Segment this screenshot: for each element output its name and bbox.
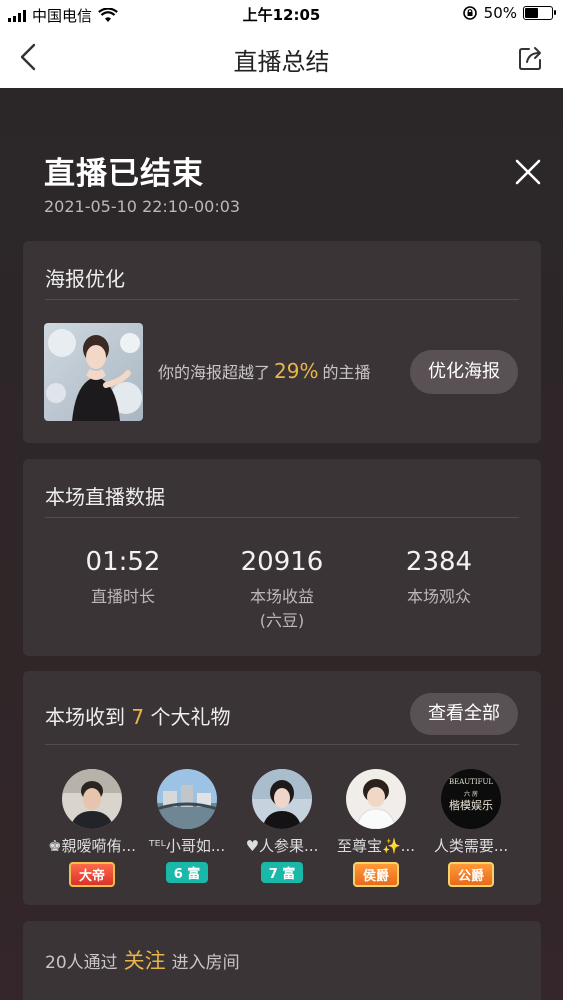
live-stats-card: 本场直播数据 01:52 直播时长 20916 本场收益 (六豆) 2384 本场… — [23, 459, 541, 656]
gift-giver-3[interactable]: ♥人参果... 7 富 — [234, 769, 330, 883]
close-icon[interactable] — [512, 156, 544, 188]
stats-heading: 本场直播数据 — [45, 485, 165, 509]
rotation-lock-icon — [462, 6, 477, 20]
gift-count: 7 — [131, 705, 145, 729]
nav-bar: 直播总结 — [0, 28, 563, 88]
poster-heading: 海报优化 — [45, 267, 125, 291]
avatar — [346, 769, 406, 829]
gifts-heading: 本场收到 7 个大礼物 — [45, 705, 231, 729]
poster-rank-text: 你的海报超越了 29% 的主播 — [158, 359, 371, 383]
view-all-button[interactable]: 查看全部 — [410, 693, 518, 735]
gift-giver-1[interactable]: ♚親嗳嗬侑... 大帝 — [44, 769, 140, 887]
summary-content: 直播已结束 2021-05-10 22:10-00:03 海报优化 你的海报超越… — [0, 88, 563, 1000]
stat-viewers: 2384 本场观众 — [405, 547, 473, 606]
gift-giver-5[interactable]: BEAUTIFUL 六 房 楷模娱乐 人类需要... 公爵 — [423, 769, 519, 887]
follow-entry-text: 20人通过 关注 进入房间 — [45, 949, 240, 973]
rank-badge: 大帝 — [68, 862, 115, 887]
svg-text:BEAUTIFUL: BEAUTIFUL — [449, 778, 493, 786]
avatar: BEAUTIFUL 六 房 楷模娱乐 — [441, 769, 501, 829]
poster-card: 海报优化 你的海报超越了 29% 的主播 优化海报 — [23, 241, 541, 443]
gifts-card: 本场收到 7 个大礼物 查看全部 ♚親嗳嗬侑... 大帝 ᵀᴱᴸ小哥如... 6… — [23, 671, 541, 905]
svg-text:六 房: 六 房 — [464, 790, 478, 798]
page-title: 直播总结 — [233, 48, 330, 76]
follow-card: 20人通过 关注 进入房间 — [23, 921, 541, 1000]
battery-icon — [523, 6, 556, 20]
poster-percent: 29% — [274, 359, 319, 383]
poster-image[interactable] — [44, 323, 143, 421]
avatar — [62, 769, 122, 829]
rank-badge: 7 富 — [260, 862, 304, 883]
live-ended-title: 直播已结束 — [44, 156, 204, 192]
follow-highlight: 关注 — [123, 949, 166, 973]
rank-badge: 侯爵 — [352, 862, 399, 887]
avatar — [252, 769, 312, 829]
rank-badge: 6 富 — [165, 862, 209, 883]
gift-giver-2[interactable]: ᵀᴱᴸ小哥如... 6 富 — [139, 769, 235, 883]
rank-badge: 公爵 — [447, 862, 494, 887]
gift-giver-4[interactable]: 至尊宝✨... 侯爵 — [328, 769, 424, 887]
live-time-range: 2021-05-10 22:10-00:03 — [44, 197, 241, 216]
battery-percent: 50% — [483, 4, 517, 22]
status-bar: 中国电信 上午12:05 50% — [0, 0, 563, 28]
share-icon[interactable] — [517, 44, 545, 72]
stat-duration: 01:52 直播时长 — [85, 547, 161, 606]
optimize-poster-button[interactable]: 优化海报 — [410, 350, 518, 394]
stat-earnings: 20916 本场收益 (六豆) — [240, 547, 324, 630]
avatar — [157, 769, 217, 829]
svg-text:楷模娱乐: 楷模娱乐 — [449, 798, 493, 812]
